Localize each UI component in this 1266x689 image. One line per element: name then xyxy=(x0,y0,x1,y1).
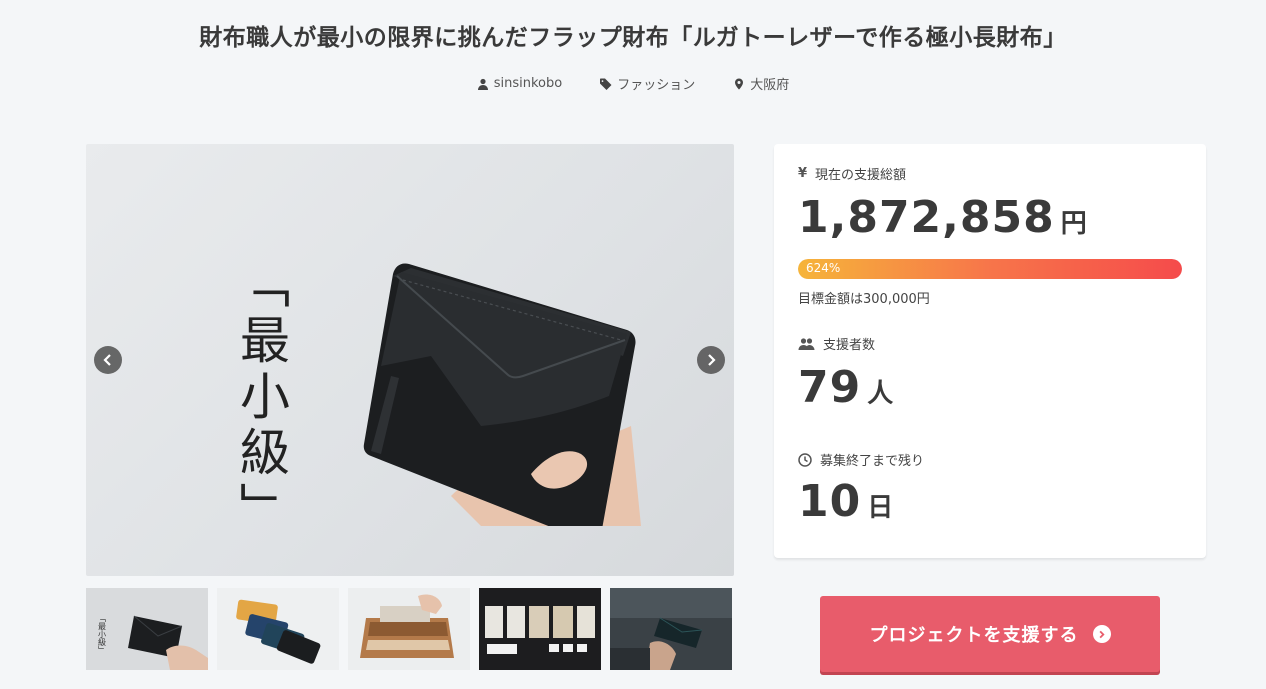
svg-text:「最小級」: 「最小級」 xyxy=(98,614,107,654)
remaining-days-unit: 日 xyxy=(867,493,894,523)
thumbnail-5[interactable] xyxy=(610,588,732,670)
progress-percent: 624% xyxy=(806,261,841,275)
supporters-count-unit: 人 xyxy=(867,379,894,409)
support-button-label: プロジェクトを支援する xyxy=(869,625,1079,646)
remaining-days-value: 10 xyxy=(798,476,862,527)
users-icon xyxy=(798,337,815,350)
thumbnail-3[interactable] xyxy=(348,588,470,670)
wallet-photo xyxy=(363,263,641,526)
total-amount: 1,872,858 円 xyxy=(798,192,1087,243)
thumbnail-4[interactable] xyxy=(479,588,601,670)
thumbnail-2[interactable] xyxy=(217,588,339,670)
total-amount-value: 1,872,858 xyxy=(798,192,1055,243)
yen-icon: ¥ xyxy=(798,166,808,181)
support-project-button[interactable]: プロジェクトを支援する xyxy=(820,596,1160,672)
supporters-count-value: 79 xyxy=(798,362,862,413)
clock-icon xyxy=(798,452,812,467)
supporters-label: 支援者数 xyxy=(798,334,875,353)
thumbnail-1[interactable]: 「最小級」 xyxy=(86,588,208,670)
thumbnail-strip: 「最小級」 xyxy=(86,588,734,670)
progress-fill xyxy=(798,259,1182,279)
arrow-circle-right-icon xyxy=(1092,625,1111,643)
project-meta: sinsinkobo ファッション 大阪府 xyxy=(0,74,1266,93)
tag-icon xyxy=(600,78,612,90)
project-title: 財布職人が最小の限界に挑んだフラップ財布「ルガトーレザーで作る極小長財布」 xyxy=(199,25,1067,51)
chevron-left-icon xyxy=(103,354,111,366)
map-pin-icon xyxy=(735,78,744,89)
funding-stats-card: ¥ 現在の支援総額 1,872,858 円 624% 目標金額は300,000円… xyxy=(774,144,1206,558)
carousel-next-button[interactable] xyxy=(697,346,725,374)
category-name: ファッション xyxy=(617,78,696,93)
remaining-days: 10 日 xyxy=(798,476,893,527)
author-name: sinsinkobo xyxy=(493,76,563,91)
total-amount-unit: 円 xyxy=(1060,209,1087,239)
project-main-image: 「最小級」 xyxy=(86,144,734,576)
funding-progress-bar: 624% xyxy=(798,259,1182,279)
total-amount-label: ¥ 現在の支援総額 xyxy=(798,166,907,183)
carousel-prev-button[interactable] xyxy=(94,346,122,374)
hero-overlay-text: 「最小級」 xyxy=(232,258,290,538)
remaining-label: 募集終了まで残り xyxy=(798,450,924,469)
user-icon xyxy=(477,78,488,90)
location-link[interactable]: 大阪府 xyxy=(733,74,789,93)
location-name: 大阪府 xyxy=(750,78,790,93)
chevron-right-icon xyxy=(708,354,716,366)
category-link[interactable]: ファッション xyxy=(600,74,695,93)
goal-amount: 目標金額は300,000円 xyxy=(798,292,930,307)
supporters-count: 79 人 xyxy=(798,362,893,413)
author-link[interactable]: sinsinkobo xyxy=(477,74,562,93)
